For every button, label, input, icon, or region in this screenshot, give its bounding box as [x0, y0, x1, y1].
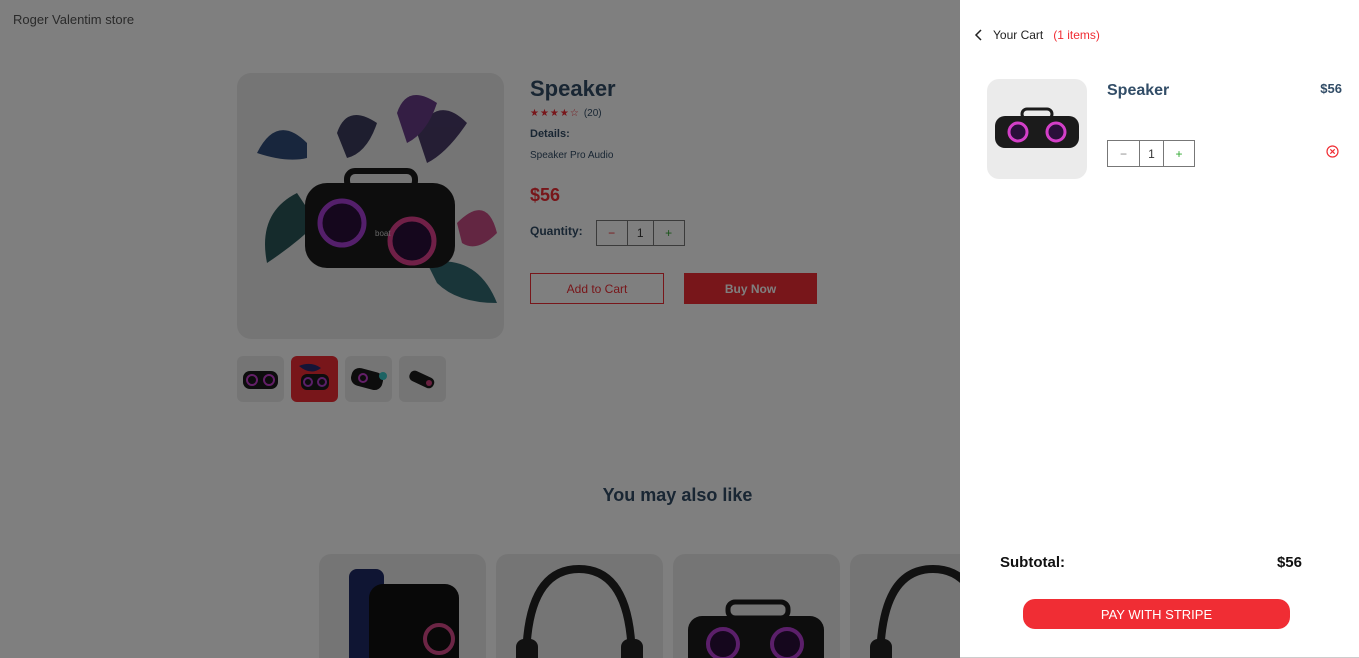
- remove-item-icon[interactable]: [1326, 145, 1339, 158]
- cart-item-name: Speaker: [1107, 82, 1170, 99]
- cart-heading: Your Cart: [993, 28, 1044, 42]
- cart-item: Speaker $56 − 1 +: [987, 79, 1342, 179]
- cart-panel: Your Cart (1 items) Speaker $56 − 1 + Su…: [960, 0, 1359, 658]
- cart-subtotal: Subtotal: $56: [1000, 554, 1302, 571]
- cart-item-count: (1 items): [1053, 28, 1100, 42]
- cart-item-price: $56: [1320, 81, 1342, 96]
- subtotal-value: $56: [1276, 554, 1302, 571]
- chevron-left-icon[interactable]: [974, 29, 983, 41]
- cart-backdrop-overlay[interactable]: [0, 0, 960, 658]
- cart-item-quantity: 1: [1140, 141, 1164, 166]
- cart-item-image: [987, 79, 1087, 179]
- cart-decrease-quantity-button[interactable]: −: [1108, 141, 1140, 166]
- cart-increase-quantity-button[interactable]: +: [1164, 141, 1194, 166]
- subtotal-label: Subtotal:: [1000, 554, 1065, 571]
- cart-header[interactable]: Your Cart (1 items): [974, 28, 1100, 42]
- pay-with-stripe-button[interactable]: PAY WITH STRIPE: [1023, 599, 1290, 629]
- cart-item-quantity-stepper: − 1 +: [1107, 140, 1195, 167]
